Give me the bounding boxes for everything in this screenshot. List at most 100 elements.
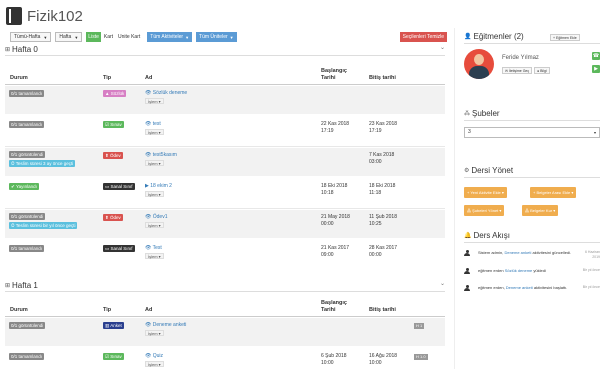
view-list-tab[interactable]: Liste <box>86 32 101 42</box>
overdue-badge: ⏱ Teslim süresi bir yıl önce geçti <box>9 221 78 229</box>
activity-link[interactable]: 👁 Quiz <box>145 353 163 359</box>
action-dropdown[interactable]: İşlem ▾ <box>145 329 164 336</box>
activity-name: Quiz <box>152 353 164 359</box>
activity-link[interactable]: 👁 Sözlük deneme <box>145 90 187 96</box>
branches-header: ⁂ Şubeler <box>464 109 500 118</box>
action-label: İşlem <box>148 253 158 259</box>
all-activities-dropdown[interactable]: Tüm Aktiviteler ▼ <box>147 32 193 42</box>
type-badge: ▥ Anket <box>103 322 124 329</box>
view-unit-card-tab[interactable]: Unite Kart <box>116 32 142 42</box>
start-date: 6 Şub 2018 <box>321 353 347 359</box>
add-activity-button[interactable]: + Yeni Aktivite Ekle ▾ <box>464 187 507 198</box>
branch-selected: 3 <box>468 129 471 135</box>
collapse-icon[interactable]: ⌄ <box>440 280 445 287</box>
delete-selected-button[interactable]: Seçilenleri Temizle <box>399 32 447 42</box>
feed-link[interactable]: Deneme anketi <box>506 285 533 290</box>
activity-link[interactable]: 👁 Ödev1 <box>145 214 167 220</box>
instructors-header: 👤 Eğitmenler (2) <box>464 32 524 41</box>
status-badge: 0/1 görüntülendi <box>9 322 46 329</box>
period-label: Hafta <box>59 34 72 40</box>
start-date: 21 May 2018 <box>321 214 350 220</box>
documents-label: Belgeler Kur <box>530 208 553 213</box>
collapse-icon[interactable]: ⌄ <box>440 44 445 51</box>
week-1-header[interactable]: ⊞ Hafta 1 <box>5 281 38 290</box>
end-time: 11:18 <box>369 189 382 196</box>
week-0-title: Hafta 0 <box>12 45 38 54</box>
type-label: Sınav <box>110 354 122 359</box>
message-label: İletişime Geç <box>508 69 530 73</box>
feed-time: Bir yıl önce <box>582 285 600 289</box>
plus-icon: ⊞ <box>5 47 11 53</box>
activity-link[interactable]: 👁 Deneme anketi <box>145 322 186 328</box>
page-title: Fizik102 <box>27 7 83 25</box>
table-row: 0/1 görüntülendi ⏱ Teslim süresi bir yıl … <box>5 210 445 238</box>
activity-link[interactable]: 👁 test5kasım <box>145 152 177 158</box>
manage-branches-button[interactable]: ⁂ Şubeleri Yönet ▾ <box>464 205 505 216</box>
col-status: Durum <box>10 75 28 81</box>
branches-icon: ⁂ <box>464 111 470 117</box>
action-dropdown[interactable]: İşlem ▾ <box>145 221 164 228</box>
action-dropdown[interactable]: İşlem ▾ <box>145 190 164 197</box>
activity-link[interactable]: ▶ 18 ekim 2 <box>145 183 172 189</box>
action-label: İşlem <box>148 330 158 336</box>
divider <box>5 316 445 317</box>
action-dropdown[interactable]: İşlem ▾ <box>145 360 164 367</box>
type-badge: ☑ Sınav <box>103 353 124 360</box>
add-instructor-button[interactable]: + Eğitmen Ekle <box>550 34 580 41</box>
manage-header: ⚙ Dersi Yönet <box>464 166 513 175</box>
feed-title: Ders Akışı <box>473 231 510 240</box>
divider <box>5 146 445 147</box>
info-button[interactable]: ● Bilgi <box>534 67 550 74</box>
action-dropdown[interactable]: İşlem ▾ <box>145 128 164 135</box>
manage-title: Dersi Yönet <box>471 166 514 175</box>
end-time: 17:19 <box>369 127 382 134</box>
type-label: Sanal Sınıf <box>110 246 133 251</box>
activity-name: Deneme anketi <box>152 322 187 328</box>
week-1-title: Hafta 1 <box>12 281 38 290</box>
video-icon[interactable]: ▶ <box>592 65 600 73</box>
action-dropdown[interactable]: İşlem ▾ <box>145 159 164 166</box>
end-time: 10:00 <box>369 359 382 366</box>
plus-icon: ⊞ <box>5 283 11 289</box>
activity-link[interactable]: 👁 Test <box>145 245 162 251</box>
view-card-tab[interactable]: Kart <box>102 32 115 42</box>
status-badge: 0/1 tamamlandı <box>9 353 45 360</box>
user-icon: 👤 <box>464 34 472 40</box>
type-label: Ödev <box>110 153 121 158</box>
branch-select[interactable]: 3 ▾ <box>464 127 600 138</box>
period-dropdown[interactable]: Hafta ▼ <box>55 32 83 42</box>
caret-down-icon: ▼ <box>74 34 79 40</box>
table-row: 0/1 görüntülendi ⏱ Teslim süresi 3 ay önc… <box>5 148 445 176</box>
feed-text: aktivitesini güncelledi. <box>531 250 572 255</box>
type-badge: ⬆ Ödev <box>103 152 123 159</box>
overdue-label: Teslim süresi 3 ay önce geçti <box>15 160 74 166</box>
action-dropdown[interactable]: İşlem ▾ <box>145 252 164 259</box>
message-button[interactable]: ✉ İletişime Geç <box>502 67 533 74</box>
type-badge: ⬆ Ödev <box>103 214 123 221</box>
col-name: Ad <box>145 307 153 313</box>
start-time: 00:00 <box>321 220 334 227</box>
action-label: İşlem <box>148 160 158 166</box>
documents-button[interactable]: ⁂ Belgeler Kur ▾ <box>522 205 559 216</box>
end-time: 00:00 <box>369 251 382 258</box>
bell-icon: 🔔 <box>464 233 472 239</box>
feed-header: 🔔 Ders Akışı <box>464 231 510 240</box>
status-badge: 0/1 görüntülendi <box>9 213 46 220</box>
add-instructor-label: Eğitmen Ekle <box>556 36 577 40</box>
feed-text: eğitmen erden <box>478 268 505 273</box>
start-time: 10:18 <box>321 189 334 196</box>
feed-link[interactable]: Deneme anketi <box>504 250 531 255</box>
week-0-header[interactable]: ⊞ Hafta 0 <box>5 45 38 54</box>
col-end: Bitiş tarihi <box>369 307 396 313</box>
week-filter-dropdown[interactable]: Tümü-Hafta ▼ <box>10 32 52 42</box>
all-units-dropdown[interactable]: Tüm Üniteler ▼ <box>196 32 237 42</box>
call-icon[interactable]: ☎ <box>592 52 600 60</box>
add-document-button[interactable]: + Belgeler Arası Ekle ▾ <box>530 187 577 198</box>
table-row: ✔ Yayınlandı ▭ Sanal Sınıf ▶ 18 ekim 2 İş… <box>5 179 445 207</box>
feed-link[interactable]: Sözlük deneme <box>505 268 533 273</box>
user-icon <box>464 285 470 291</box>
table-header: Durum Tip Ad Başlangıç Tarihi Bitiş tari… <box>5 68 445 82</box>
action-dropdown[interactable]: İşlem ▾ <box>145 97 164 104</box>
activity-link[interactable]: 👁 test <box>145 121 161 127</box>
divider <box>5 84 445 85</box>
